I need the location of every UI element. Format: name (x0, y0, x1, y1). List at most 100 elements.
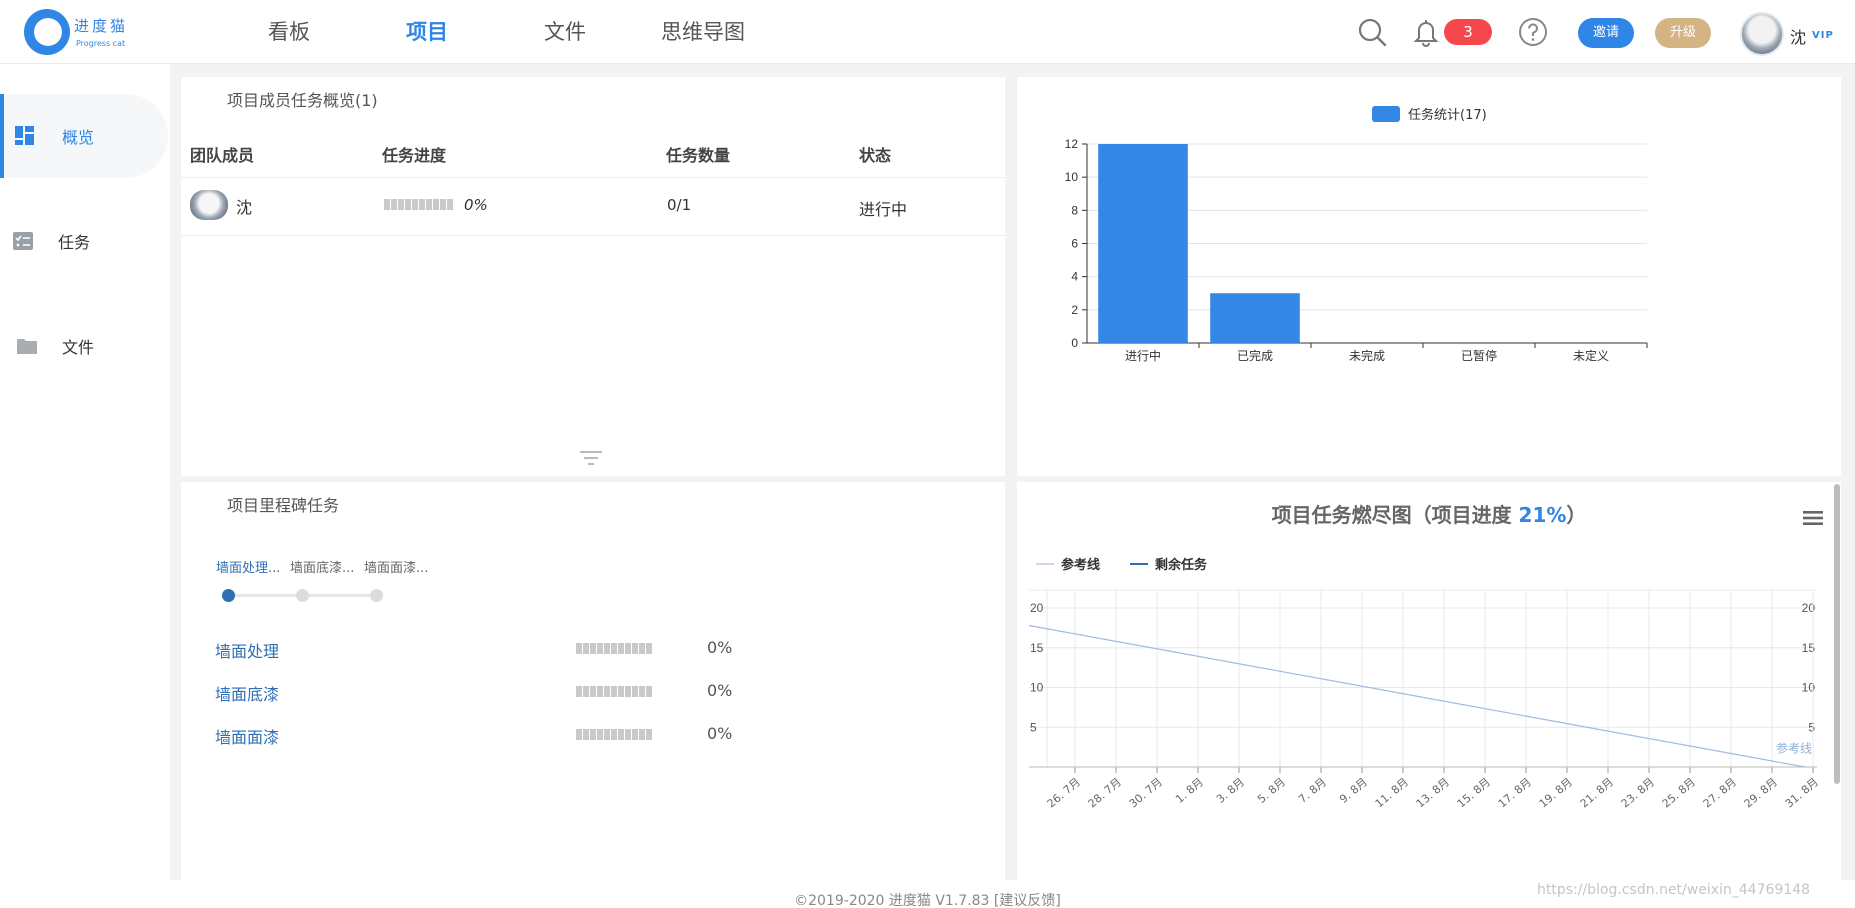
reference-line (1028, 624, 1806, 768)
panel-title: 项目里程碑任务 (227, 496, 340, 515)
member-name[interactable]: 沈 (236, 194, 252, 218)
milestone-step-dot[interactable] (222, 589, 235, 602)
member-progress-bar (384, 199, 453, 210)
nav-board[interactable]: 看板 (220, 0, 358, 64)
milestone-percent: 0% (707, 681, 733, 700)
column-header-member: 团队成员 (190, 146, 255, 165)
x-tick-label: 13. 8月 (1414, 775, 1452, 810)
logo-cat-icon (24, 9, 70, 55)
member-progress-value: 0% (464, 196, 488, 214)
milestone-progress-bar (576, 686, 652, 697)
notification-badge[interactable]: 3 (1444, 19, 1492, 45)
bar-进行中 (1098, 144, 1188, 343)
milestone-step-label[interactable]: 墙面处理... (216, 557, 280, 576)
sidebar-item-label: 文件 (62, 338, 95, 357)
milestone-progress-bar (576, 643, 652, 654)
milestone-step-label[interactable]: 墙面面漆... (364, 557, 428, 576)
x-tick-label: 7. 8月 (1296, 775, 1329, 806)
row-divider (181, 235, 1005, 236)
upgrade-button[interactable]: 升级 (1655, 18, 1711, 48)
burndown-panel: 项目任务燃尽图（项目进度 21%） 参考线 剩余任务 5 5 10 10 15 15 20 2… (1017, 482, 1841, 880)
x-tick-label: 28. 7月 (1086, 775, 1124, 810)
logo-title: 进度猫 (74, 17, 129, 35)
x-tick-label: 17. 8月 (1496, 775, 1534, 810)
y-tick-label: 12 (1065, 137, 1079, 151)
row-divider (181, 177, 1005, 178)
milestone-percent: 0% (707, 724, 733, 743)
bar-已完成 (1210, 293, 1300, 343)
dashboard-icon (14, 125, 36, 147)
milestone-name[interactable]: 墙面处理 (215, 638, 279, 662)
x-tick-label: 9. 8月 (1337, 775, 1370, 806)
user-avatar[interactable] (1740, 12, 1784, 56)
main-nav: 看板 项目 文件 思维导图 (220, 0, 772, 64)
x-tick-label: 未定义 (1573, 348, 1609, 363)
task-list-icon (12, 230, 34, 252)
x-tick-label: 19. 8月 (1537, 775, 1575, 810)
sidebar-item-label: 任务 (58, 233, 91, 252)
x-tick-label: 31. 8月 (1783, 775, 1821, 810)
x-tick-label: 21. 8月 (1578, 775, 1616, 810)
x-tick-label: 1. 8月 (1173, 775, 1206, 806)
x-tick-label: 11. 8月 (1373, 775, 1411, 810)
milestone-progress-bar (576, 729, 652, 740)
x-tick-label: 23. 8月 (1619, 775, 1657, 810)
filter-icon[interactable] (578, 449, 604, 467)
reference-line-label: 参考线 (1776, 741, 1812, 756)
milestone-step-dot[interactable] (370, 589, 383, 602)
member-overview-panel: 项目成员任务概览(1) 团队成员 任务进度 任务数量 状态 沈 0% 0/1 进… (181, 77, 1005, 476)
x-tick-label: 已暂停 (1461, 348, 1497, 363)
y-tick-label: 8 (1071, 203, 1078, 217)
bell-icon[interactable] (1410, 16, 1442, 48)
y-tick-label: 0 (1071, 336, 1078, 350)
x-tick-label: 未完成 (1349, 348, 1385, 363)
member-status: 进行中 (859, 200, 908, 219)
y-tick-label-left: 10 (1030, 681, 1044, 695)
avatar (190, 190, 228, 220)
x-tick-label: 3. 8月 (1214, 775, 1247, 806)
x-tick-label: 25. 8月 (1660, 775, 1698, 810)
x-tick-label: 15. 8月 (1455, 775, 1493, 810)
help-icon[interactable] (1517, 16, 1549, 48)
milestone-step-dot[interactable] (296, 589, 309, 602)
member-task-count: 0/1 (667, 196, 692, 214)
user-name[interactable]: 沈 (1790, 24, 1806, 48)
nav-project[interactable]: 项目 (358, 0, 496, 64)
x-tick-label: 已完成 (1237, 348, 1273, 363)
column-header-progress: 任务进度 (382, 146, 447, 165)
milestone-name[interactable]: 墙面面漆 (215, 724, 279, 748)
watermark: https://blog.csdn.net/weixin_44769148 (1537, 882, 1811, 898)
column-header-count: 任务数量 (666, 146, 731, 165)
x-tick-label: 5. 8月 (1255, 775, 1288, 806)
page-scrollbar[interactable] (1834, 484, 1840, 784)
top-header: 进度猫 Progress cat 看板 项目 文件 思维导图 3 邀请 升级 沈… (0, 0, 1855, 64)
milestone-panel: 项目里程碑任务 墙面处理... 墙面底漆... 墙面面漆... 墙面处理 0% … (181, 482, 1005, 880)
y-tick-label-right: 5 (1808, 720, 1815, 734)
y-tick-label-left: 20 (1030, 601, 1044, 615)
y-tick-label-left: 5 (1030, 720, 1037, 734)
x-tick-label: 30. 7月 (1127, 775, 1165, 810)
x-tick-label: 进行中 (1125, 348, 1161, 363)
column-header-status: 状态 (859, 146, 892, 165)
sidebar-item-tasks[interactable]: 任务 (0, 199, 170, 283)
task-statistics-panel: 任务统计(17) 0 2 4 6 8 10 12 进行中 已完成 未完成 已暂停 未定义 (1017, 77, 1841, 476)
sidebar-item-overview[interactable]: 概览 (0, 94, 168, 178)
burndown-chart: 5 510 1015 1520 2026. 7月 28. 7月 30. 7月 1. 8月 3. … (1028, 589, 1821, 810)
x-tick-label: 27. 8月 (1701, 775, 1739, 810)
nav-mindmap[interactable]: 思维导图 (634, 0, 772, 64)
nav-files[interactable]: 文件 (496, 0, 634, 64)
app-logo[interactable]: 进度猫 Progress cat (24, 9, 134, 57)
y-tick-label: 6 (1071, 237, 1078, 251)
invite-button[interactable]: 邀请 (1578, 18, 1634, 48)
sidebar: 概览 任务 文件 (0, 64, 170, 880)
folder-icon (16, 335, 38, 357)
milestone-step-label[interactable]: 墙面底漆... (290, 557, 354, 576)
y-tick-label: 4 (1071, 270, 1078, 284)
vip-badge: VIP (1812, 30, 1834, 41)
sidebar-item-files[interactable]: 文件 (0, 304, 170, 388)
x-tick-label: 26. 7月 (1045, 775, 1083, 810)
y-tick-label: 10 (1065, 170, 1079, 184)
y-tick-label: 2 (1071, 303, 1078, 317)
milestone-name[interactable]: 墙面底漆 (215, 681, 279, 705)
search-icon[interactable] (1356, 16, 1388, 48)
